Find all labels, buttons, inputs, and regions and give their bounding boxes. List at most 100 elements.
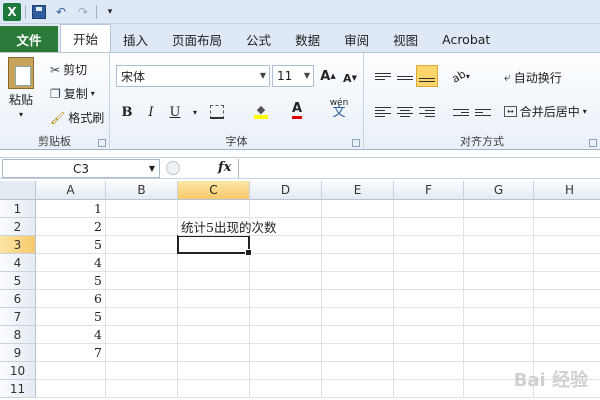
tab-review[interactable]: 审阅 <box>332 26 381 52</box>
copy-button[interactable]: ❐ 复制 ▾ <box>50 85 95 102</box>
column-header-h[interactable]: H <box>534 181 600 200</box>
cell-d4[interactable] <box>250 254 322 272</box>
cell-g8[interactable] <box>464 326 534 344</box>
cell-e3[interactable] <box>322 236 394 254</box>
cell-b1[interactable] <box>106 200 178 218</box>
cell-h7[interactable] <box>534 308 600 326</box>
column-header-d[interactable]: D <box>250 181 322 200</box>
cell-e1[interactable] <box>322 200 394 218</box>
cell-c2[interactable]: 统计5出现的次数 <box>178 218 276 236</box>
cell-e7[interactable] <box>322 308 394 326</box>
cell-a7[interactable]: 5 <box>36 308 106 326</box>
row-header-5[interactable]: 5 <box>0 272 36 290</box>
cell-c8[interactable] <box>178 326 250 344</box>
cell-c4[interactable] <box>178 254 250 272</box>
fill-color-icon[interactable]: ◆ <box>250 101 272 123</box>
cell-f1[interactable] <box>394 200 464 218</box>
align-middle-icon[interactable] <box>394 65 416 87</box>
shrink-font-button[interactable]: A ▼ <box>339 67 361 89</box>
cut-button[interactable]: ✂ 剪切 <box>50 61 87 78</box>
tab-insert[interactable]: 插入 <box>111 26 160 52</box>
grow-font-button[interactable]: A ▲ <box>317 65 339 87</box>
row-header-9[interactable]: 9 <box>0 344 36 362</box>
cell-h8[interactable] <box>534 326 600 344</box>
cell-d11[interactable] <box>250 380 322 398</box>
cell-h1[interactable] <box>534 200 600 218</box>
cell-b7[interactable] <box>106 308 178 326</box>
wrap-text-button[interactable]: ⤶ 自动换行 <box>504 69 562 86</box>
cell-f10[interactable] <box>394 362 464 380</box>
cell-e2[interactable] <box>322 218 394 236</box>
cell-h2[interactable] <box>534 218 600 236</box>
column-header-f[interactable]: F <box>394 181 464 200</box>
cell-c10[interactable] <box>178 362 250 380</box>
align-top-icon[interactable] <box>372 65 394 87</box>
font-name-select[interactable]: 宋体 ▼ <box>116 65 270 87</box>
row-header-10[interactable]: 10 <box>0 362 36 380</box>
cell-b2[interactable] <box>106 218 178 236</box>
row-header-7[interactable]: 7 <box>0 308 36 326</box>
cell-g6[interactable] <box>464 290 534 308</box>
cell-h9[interactable] <box>534 344 600 362</box>
chevron-down-icon[interactable]: ▾ <box>184 101 206 123</box>
cell-c6[interactable] <box>178 290 250 308</box>
cell-c3[interactable] <box>178 236 250 254</box>
bold-button[interactable]: B <box>116 101 138 123</box>
cell-b11[interactable] <box>106 380 178 398</box>
cell-a6[interactable]: 6 <box>36 290 106 308</box>
tab-acrobat[interactable]: Acrobat <box>430 26 502 52</box>
column-header-g[interactable]: G <box>464 181 534 200</box>
cell-e5[interactable] <box>322 272 394 290</box>
cell-d5[interactable] <box>250 272 322 290</box>
row-header-11[interactable]: 11 <box>0 380 36 398</box>
align-center-icon[interactable] <box>394 101 416 123</box>
increase-indent-icon[interactable] <box>472 101 494 123</box>
dialog-launcher-icon[interactable] <box>352 139 360 147</box>
cell-d7[interactable] <box>250 308 322 326</box>
align-bottom-icon[interactable] <box>416 65 438 87</box>
font-color-button[interactable]: A <box>286 99 308 121</box>
cell-e10[interactable] <box>322 362 394 380</box>
cell-e9[interactable] <box>322 344 394 362</box>
row-header-3[interactable]: 3 <box>0 236 36 254</box>
spreadsheet-grid[interactable]: A B C D E F G H 1 1 2 2 统计5出现的次数 3 5 4 4 5 5 6 6 7 5 8 4 9 7 10 11 <box>0 181 600 400</box>
cell-a5[interactable]: 5 <box>36 272 106 290</box>
column-header-c[interactable]: C <box>178 181 250 200</box>
cell-a10[interactable] <box>36 362 106 380</box>
cell-d10[interactable] <box>250 362 322 380</box>
cell-g1[interactable] <box>464 200 534 218</box>
cell-d6[interactable] <box>250 290 322 308</box>
row-header-4[interactable]: 4 <box>0 254 36 272</box>
save-icon[interactable] <box>30 3 48 21</box>
cell-c9[interactable] <box>178 344 250 362</box>
dialog-launcher-icon[interactable] <box>98 139 106 147</box>
cell-f3[interactable] <box>394 236 464 254</box>
row-header-1[interactable]: 1 <box>0 200 36 218</box>
row-header-6[interactable]: 6 <box>0 290 36 308</box>
tab-data[interactable]: 数据 <box>283 26 332 52</box>
row-header-8[interactable]: 8 <box>0 326 36 344</box>
cell-c11[interactable] <box>178 380 250 398</box>
cell-b9[interactable] <box>106 344 178 362</box>
cell-f4[interactable] <box>394 254 464 272</box>
row-header-2[interactable]: 2 <box>0 218 36 236</box>
column-header-a[interactable]: A <box>36 181 106 200</box>
cell-f11[interactable] <box>394 380 464 398</box>
formula-input[interactable] <box>238 159 598 178</box>
name-box[interactable]: C3 ▼ <box>2 159 160 178</box>
cell-d9[interactable] <box>250 344 322 362</box>
cell-f6[interactable] <box>394 290 464 308</box>
formula-bar-handle[interactable] <box>166 161 180 175</box>
orientation-icon[interactable]: ab ▾ <box>450 65 472 87</box>
merge-center-button[interactable]: ↔ 合并后居中 ▾ <box>504 103 587 120</box>
tab-home[interactable]: 开始 <box>60 24 112 52</box>
cell-b8[interactable] <box>106 326 178 344</box>
align-left-icon[interactable] <box>372 101 394 123</box>
cell-g7[interactable] <box>464 308 534 326</box>
cell-b4[interactable] <box>106 254 178 272</box>
underline-button[interactable]: U <box>164 101 186 123</box>
cell-b10[interactable] <box>106 362 178 380</box>
border-icon[interactable] <box>206 101 228 123</box>
cell-f7[interactable] <box>394 308 464 326</box>
cell-a8[interactable]: 4 <box>36 326 106 344</box>
